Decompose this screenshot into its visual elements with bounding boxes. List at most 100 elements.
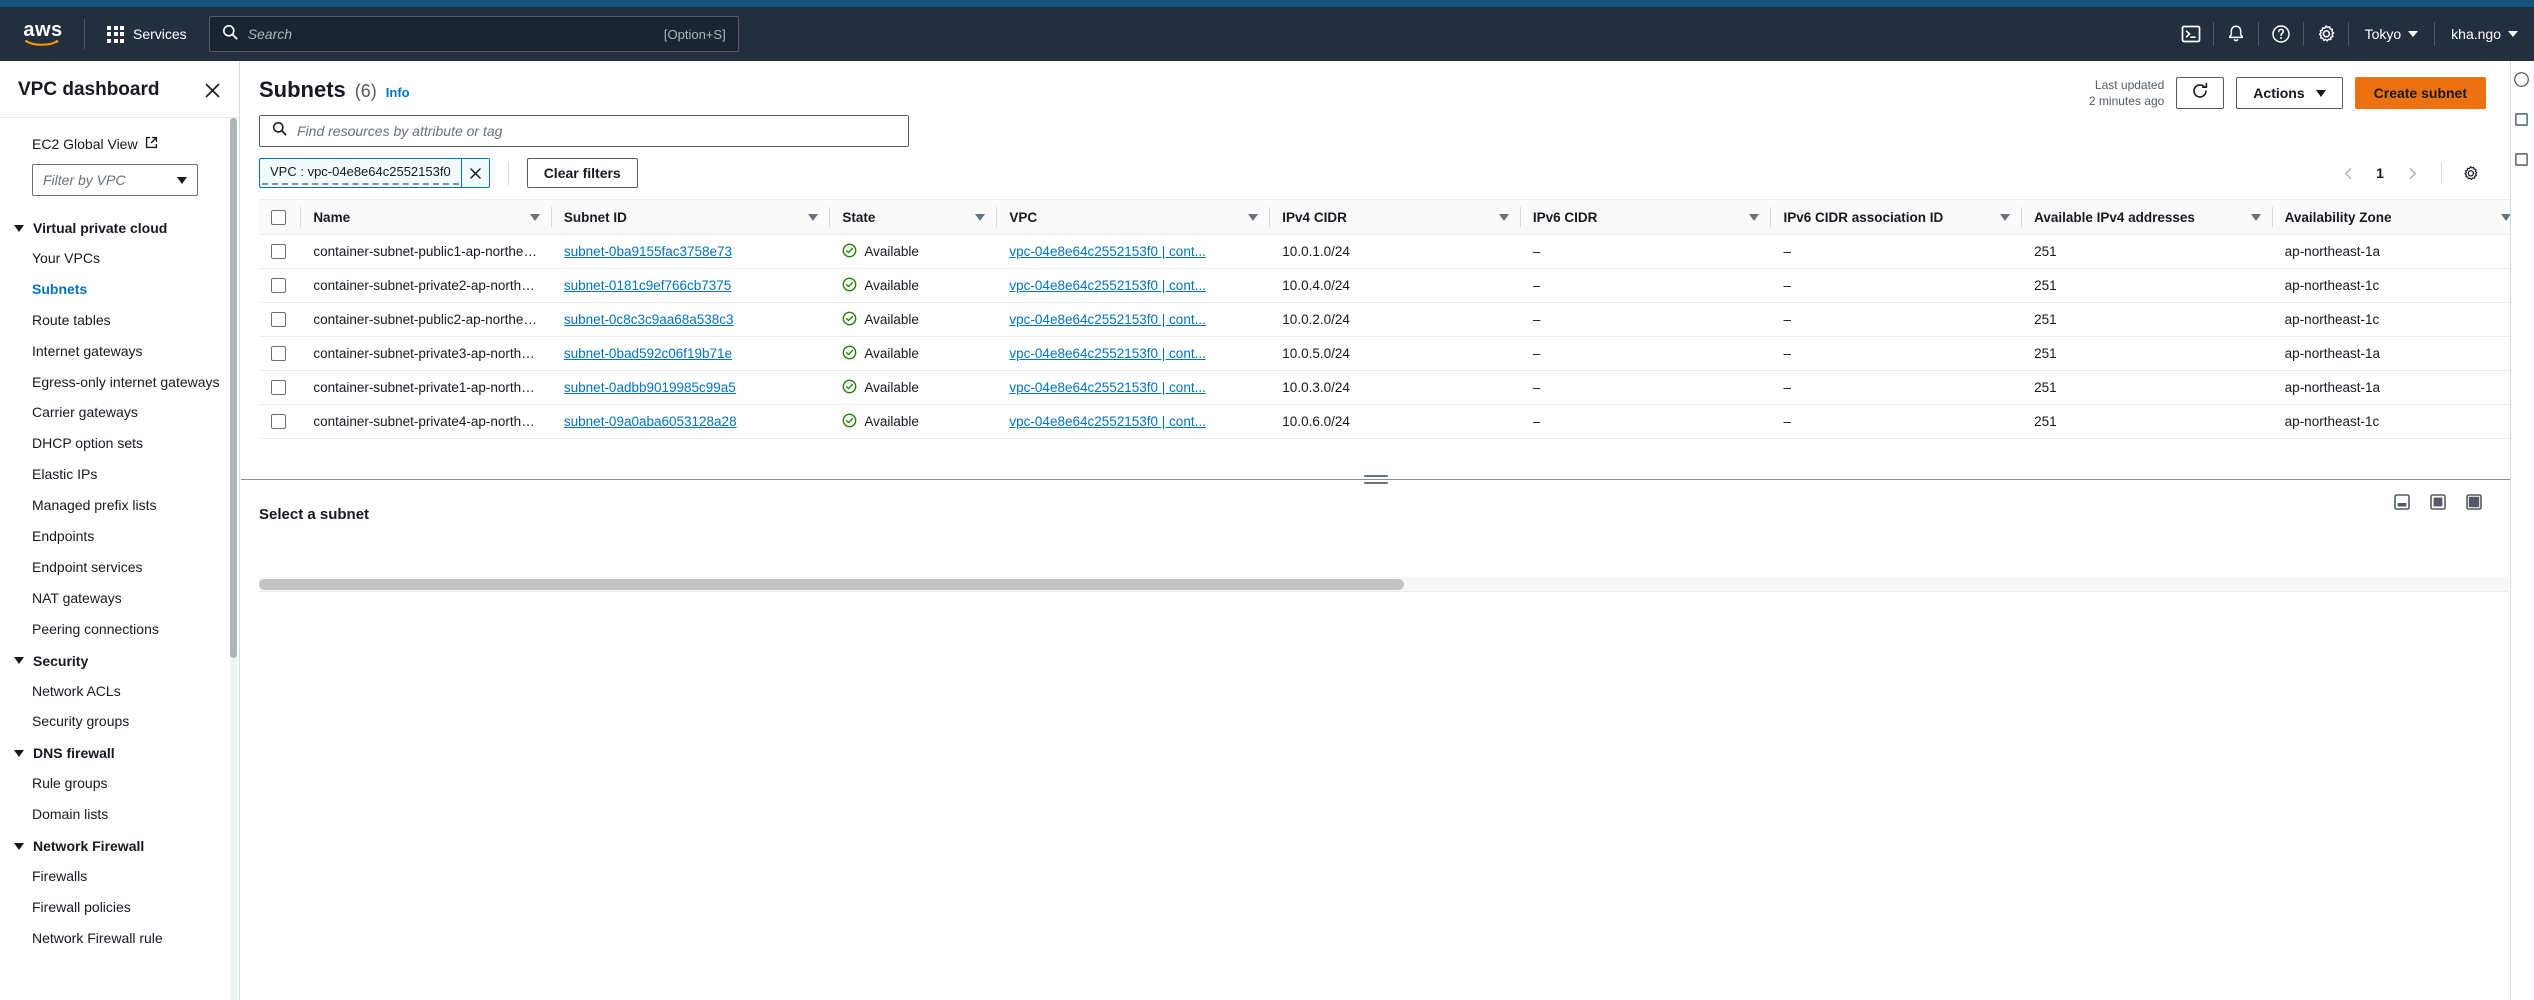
sidebar-item-carrier-gateways[interactable]: Carrier gateways [0,397,239,428]
sort-descending-icon[interactable] [529,213,540,221]
select-all-checkbox[interactable] [271,209,286,225]
subnet-id-link[interactable]: subnet-0ba9155fac3758e73 [564,244,732,259]
subnet-id-link[interactable]: subnet-09a0aba6053128a28 [564,414,737,429]
sidebar-group-header-dns-firewall[interactable]: DNS firewall [0,737,239,768]
sidebar-group-header-virtual-private-cloud[interactable]: Virtual private cloud [0,212,239,243]
sidebar-item-nat-gateways[interactable]: NAT gateways [0,583,239,614]
sidebar-item-security-groups[interactable]: Security groups [0,706,239,737]
sidebar-item-endpoint-services[interactable]: Endpoint services [0,552,239,583]
vpc-link[interactable]: vpc-04e8e64c2552153f0 | cont... [1009,414,1205,429]
sort-descending-icon[interactable] [808,213,819,221]
sidebar-item-egress-only-internet-gateways[interactable]: Egress-only internet gateways [0,367,239,398]
row-checkbox[interactable] [271,312,286,328]
sidebar-item-firewalls[interactable]: Firewalls [0,861,239,892]
column-header-subnet-id[interactable]: Subnet ID [551,199,831,235]
sort-descending-icon[interactable] [2501,213,2510,221]
table-row[interactable]: container-subnet-private2-ap-northeas...… [259,268,2510,303]
cloudshell-terminal-icon[interactable] [2169,12,2213,56]
sidebar-item-endpoints[interactable]: Endpoints [0,521,239,552]
sort-descending-icon[interactable] [2000,213,2011,221]
sidebar-scrollbar-thumb[interactable] [230,118,237,658]
sidebar-item-your-vpcs[interactable]: Your VPCs [0,243,239,274]
sort-descending-icon[interactable] [975,213,986,221]
subnet-id-link[interactable]: subnet-0adbb9019985c99a5 [564,380,736,395]
pagination-page-1[interactable]: 1 [2365,165,2395,181]
gear-icon[interactable] [2304,12,2348,56]
table-row[interactable]: container-subnet-public1-ap-northeast...… [259,234,2510,269]
sort-descending-icon[interactable] [1749,213,1760,221]
row-checkbox[interactable] [271,244,286,260]
table-row[interactable]: container-subnet-private4-ap-northeas...… [259,404,2510,439]
split-side-icon[interactable] [2430,494,2446,515]
filter-chip-vpc[interactable]: VPC : vpc-04e8e64c2552153f0 [259,158,490,188]
column-header-ipv4-cidr[interactable]: IPv4 CIDR [1270,199,1521,235]
filter-by-vpc-select[interactable]: Filter by VPC [32,164,198,196]
sidebar-item-managed-prefix-lists[interactable]: Managed prefix lists [0,490,239,521]
split-bottom-icon[interactable] [2394,494,2410,515]
row-checkbox[interactable] [271,346,286,362]
table-preferences-gear-icon[interactable] [2454,157,2486,189]
sidebar-item-elastic-ips[interactable]: Elastic IPs [0,459,239,490]
vpc-link[interactable]: vpc-04e8e64c2552153f0 | cont... [1009,346,1205,361]
subnet-id-link[interactable]: subnet-0bad592c06f19b71e [564,346,732,361]
rail-help-icon[interactable] [2509,67,2533,91]
vpc-link[interactable]: vpc-04e8e64c2552153f0 | cont... [1009,312,1205,327]
account-menu[interactable]: kha.ngo [2435,12,2534,56]
rail-panel-icon-2[interactable] [2509,147,2533,171]
create-subnet-button[interactable]: Create subnet [2354,77,2486,110]
sidebar-group-header-security[interactable]: Security [0,645,239,676]
sidebar-item-firewall-policies[interactable]: Firewall policies [0,892,239,923]
column-header-state[interactable]: State [830,199,998,235]
aws-logo[interactable]: aws [16,17,70,51]
column-header-ipv6-cidr[interactable]: IPv6 CIDR [1520,199,1772,235]
sidebar-item-internet-gateways[interactable]: Internet gateways [0,336,239,367]
sort-descending-icon[interactable] [1498,213,1509,221]
sidebar-item-ec2-global-view[interactable]: EC2 Global View [0,132,239,162]
table-row[interactable]: container-subnet-public2-ap-northeast...… [259,302,2510,337]
table-row[interactable]: container-subnet-private1-ap-northeas...… [259,370,2510,405]
sidebar-item-peering-connections[interactable]: Peering connections [0,614,239,645]
sidebar-item-dhcp-option-sets[interactable]: DHCP option sets [0,428,239,459]
row-checkbox[interactable] [271,414,286,430]
refresh-button[interactable] [2176,77,2225,110]
subnet-id-link[interactable]: subnet-0181c9ef766cb7375 [564,278,731,293]
row-checkbox[interactable] [271,380,286,396]
actions-button[interactable]: Actions [2236,77,2343,110]
sidebar-item-domain-lists[interactable]: Domain lists [0,799,239,830]
sidebar-item-network-acls[interactable]: Network ACLs [0,676,239,707]
clear-filters-button[interactable]: Clear filters [526,158,638,188]
column-header-vpc[interactable]: VPC [997,199,1271,235]
sidebar-item-route-tables[interactable]: Route tables [0,305,239,336]
sidebar-item-rule-groups[interactable]: Rule groups [0,768,239,799]
close-icon[interactable] [201,79,223,101]
chevron-left-icon[interactable] [2331,157,2365,189]
vpc-link[interactable]: vpc-04e8e64c2552153f0 | cont... [1009,278,1205,293]
question-circle-icon[interactable] [2259,12,2303,56]
info-link[interactable]: Info [386,85,410,100]
column-header-available-ipv4-addresses[interactable]: Available IPv4 addresses [2022,199,2273,235]
sidebar-group-header-network-firewall[interactable]: Network Firewall [0,830,239,861]
column-header-availability-zone[interactable]: Availability Zone [2272,199,2510,235]
subnet-id-link[interactable]: subnet-0c8c3c9aa68a538c3 [564,312,734,327]
chevron-right-icon[interactable] [2395,157,2429,189]
filter-chip-remove-icon[interactable] [460,159,489,187]
bell-icon[interactable] [2214,12,2258,56]
sort-descending-icon[interactable] [2250,213,2261,221]
sidebar-item-network-firewall-rule[interactable]: Network Firewall rule [0,923,239,954]
column-header-ipv6-cidr-association-id[interactable]: IPv6 CIDR association ID [1771,199,2023,235]
resource-search-input[interactable] [297,123,896,139]
table-row[interactable]: container-subnet-private3-ap-northeas...… [259,336,2510,371]
vpc-link[interactable]: vpc-04e8e64c2552153f0 | cont... [1009,244,1205,259]
sort-descending-icon[interactable] [1248,213,1259,221]
row-checkbox[interactable] [271,278,286,294]
rail-panel-icon-1[interactable] [2509,107,2533,131]
resource-search-box[interactable] [259,115,909,147]
column-header-name[interactable]: Name [301,199,552,235]
vpc-link[interactable]: vpc-04e8e64c2552153f0 | cont... [1009,380,1205,395]
services-menu-button[interactable]: Services [99,20,195,49]
global-search-box[interactable]: [Option+S] [208,16,739,52]
global-search-input[interactable] [247,26,664,42]
split-full-icon[interactable] [2466,494,2482,515]
sidebar-item-subnets[interactable]: Subnets [0,274,239,305]
region-selector[interactable]: Tokyo [2349,12,2435,56]
